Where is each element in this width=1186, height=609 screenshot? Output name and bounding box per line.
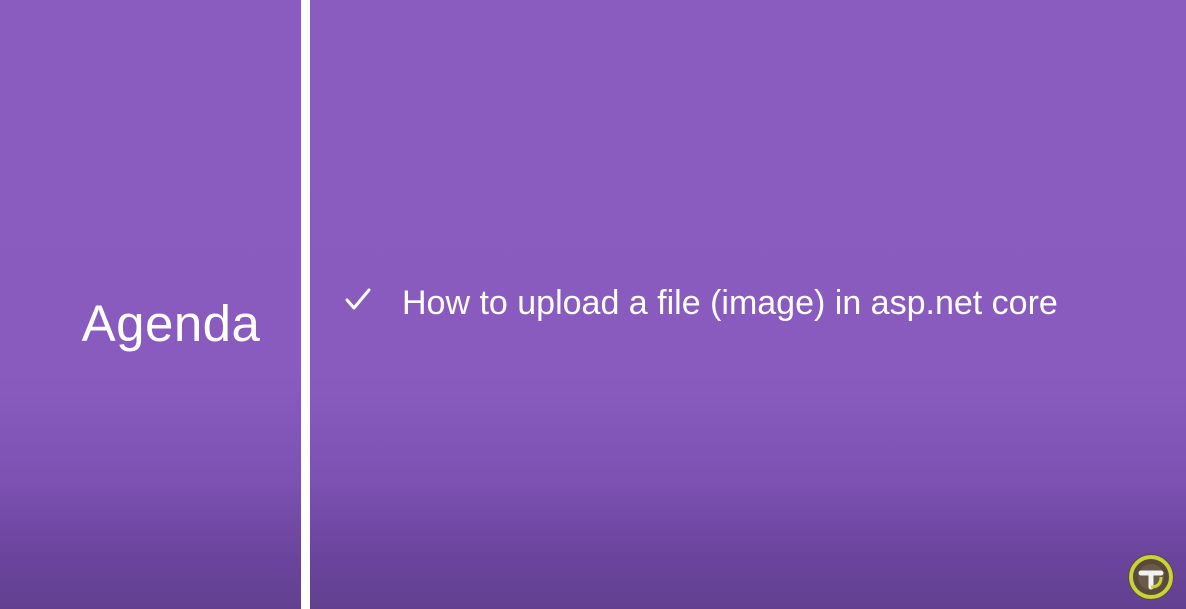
bullet-item: How to upload a file (image) in asp.net … [343, 283, 1058, 323]
bullet-text: How to upload a file (image) in asp.net … [402, 284, 1058, 322]
slide: Agenda How to upload a file (image) in a… [0, 0, 1186, 609]
checkmark-icon [343, 285, 373, 315]
content-panel: How to upload a file (image) in asp.net … [310, 0, 1186, 609]
slide-title: Agenda [81, 295, 261, 352]
vertical-divider [301, 0, 310, 609]
channel-logo-icon [1127, 553, 1175, 601]
title-panel: Agenda [0, 0, 301, 609]
